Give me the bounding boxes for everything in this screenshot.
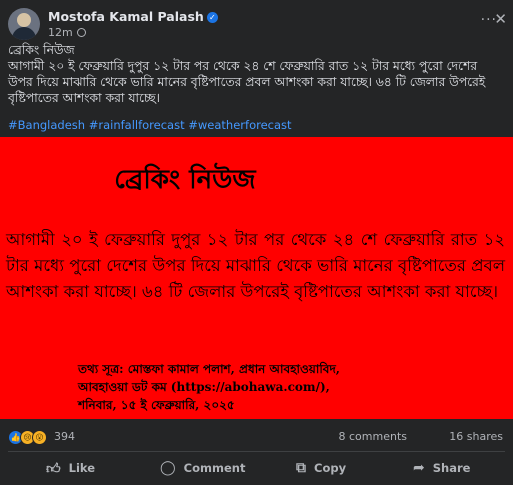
- post-header: Mostofa Kamal Palash ✓ 12m ··· ✕: [8, 8, 507, 40]
- globe-icon: [76, 28, 86, 37]
- banner-source-line: তথ্য সূত্র: মোস্তফা কামাল পলাশ, প্রধান আ…: [78, 362, 340, 376]
- share-button[interactable]: ➦ Share: [413, 456, 470, 480]
- author-name-text[interactable]: Mostofa Kamal Palash: [48, 9, 204, 24]
- avatar[interactable]: [8, 8, 40, 40]
- banner-source-line: আবহাওয়া ডট কম (https://abohawa.com/),: [78, 380, 330, 394]
- author-name[interactable]: Mostofa Kamal Palash ✓: [48, 9, 218, 24]
- thumbs-up-icon: 👍︎: [46, 460, 61, 477]
- facebook-post: Mostofa Kamal Palash ✓ 12m ··· ✕ ব্রেকিং …: [0, 0, 513, 485]
- post-stats: 👍 😢 😮 394 8 comments 16 shares: [8, 428, 503, 448]
- action-bar: 👍︎ Like ◯ Comment ⧉ Copy ➦ Share: [0, 456, 513, 480]
- copy-icon: ⧉: [296, 460, 306, 476]
- post-text-line: ব্রেকিং নিউজ: [8, 43, 75, 57]
- share-label: Share: [432, 461, 471, 475]
- avatar-body: [12, 27, 36, 40]
- comment-button[interactable]: ◯ Comment: [160, 456, 245, 480]
- avatar-face: [17, 13, 31, 27]
- copy-button[interactable]: ⧉ Copy: [296, 456, 346, 480]
- post-text-body: আগামী ২০ ই ফেব্রুয়ারি দুপুর ১২ টার পর থ…: [8, 59, 486, 105]
- comments-count[interactable]: 8 comments: [339, 430, 408, 443]
- post-text: ব্রেকিং নিউজ আগামী ২০ ই ফেব্রুয়ারি দুপু…: [8, 42, 503, 106]
- divider: [8, 451, 505, 452]
- post-meta: 12m: [48, 26, 86, 39]
- like-label: Like: [68, 461, 96, 475]
- post-image-banner[interactable]: ব্রেকিং নিউজ আগামী ২০ ই ফেব্রুয়ারি দুপু…: [0, 137, 513, 419]
- banner-source: তথ্য সূত্র: মোস্তফা কামাল পলাশ, প্রধান আ…: [78, 360, 438, 414]
- banner-body: আগামী ২০ ই ফেব্রুয়ারি দুপুর ১২ টার পর থ…: [6, 230, 505, 301]
- comment-bubble-icon: ◯: [160, 460, 176, 476]
- verified-badge-icon: ✓: [206, 12, 218, 23]
- hashtags[interactable]: #Bangladesh #rainfallforecast #weatherfo…: [8, 118, 292, 132]
- shares-count[interactable]: 16 shares: [449, 430, 503, 443]
- like-button[interactable]: 👍︎ Like: [46, 456, 95, 480]
- share-arrow-icon: ➦: [413, 460, 425, 476]
- reaction-icons[interactable]: 👍 😢 😮: [8, 430, 47, 445]
- banner-title: ব্রেকিং নিউজ: [114, 165, 256, 195]
- post-time[interactable]: 12m: [48, 26, 73, 39]
- close-icon[interactable]: ✕: [494, 10, 507, 28]
- banner-source-line: শনিবার, ১৫ ই ফেব্রুয়ারি, ২০২৫: [78, 398, 235, 412]
- wow-reaction-icon: 😮: [32, 430, 47, 445]
- comment-label: Comment: [183, 461, 246, 475]
- reaction-count[interactable]: 394: [54, 430, 75, 443]
- copy-label: Copy: [314, 461, 347, 475]
